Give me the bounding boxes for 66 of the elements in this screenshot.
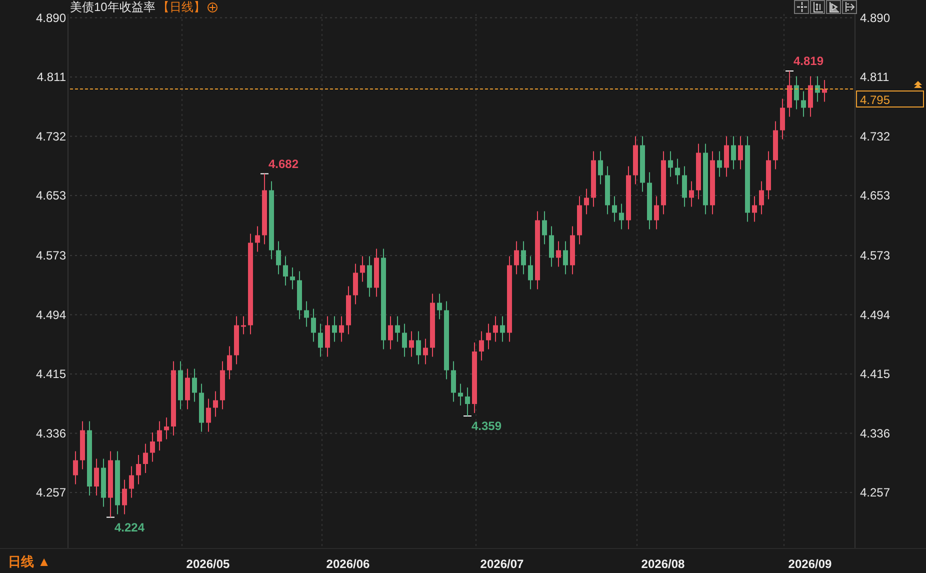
candlestick (241, 316, 246, 334)
price-label: 4.732 (860, 129, 890, 144)
price-label: 4.890 (36, 10, 66, 25)
candlestick (395, 316, 400, 342)
candlestick (150, 432, 155, 462)
plus-circle-icon[interactable] (207, 2, 218, 12)
candlestick (465, 388, 470, 416)
candlestick (500, 316, 505, 342)
price-label: 4.573 (36, 248, 66, 262)
price-label: 4.653 (860, 188, 890, 202)
price-label: 4.573 (860, 248, 890, 262)
candlestick (206, 398, 211, 432)
candlestick (325, 316, 330, 357)
candlestick (801, 91, 806, 117)
date-label: 2026/06 (326, 557, 370, 571)
price-label: 4.336 (860, 426, 890, 440)
candlestick (640, 136, 645, 192)
extreme-value-label: 4.819 (794, 54, 824, 68)
extreme-value-label: 4.224 (114, 520, 145, 534)
candlestick (731, 136, 736, 170)
candlestick (752, 196, 757, 222)
arrow-right-icon (844, 1, 856, 13)
price-label: 4.653 (36, 188, 66, 202)
candlestick (787, 71, 792, 117)
candlestick (262, 174, 267, 244)
price-label: 4.811 (860, 70, 890, 84)
price-label: 4.257 (860, 486, 890, 500)
period-tag: 【日线】 (157, 0, 206, 16)
price-label: 4.257 (36, 486, 66, 500)
price-axis-icon (812, 1, 824, 13)
date-label: 2026/09 (788, 557, 832, 571)
price-label: 4.811 (36, 70, 66, 84)
candlestick (780, 98, 785, 140)
price-label: 4.890 (860, 10, 890, 25)
price-axis-button[interactable] (810, 0, 825, 14)
current-price-tag: 4.795 (856, 90, 924, 108)
price-label: 4.415 (36, 367, 66, 381)
arrow-right-button[interactable] (842, 0, 857, 14)
candlestick (612, 196, 617, 222)
double-caret-icon[interactable] (914, 81, 922, 88)
extreme-value-label: 4.682 (268, 156, 299, 171)
candlestick (367, 256, 372, 297)
candlestick (822, 80, 827, 102)
date-label: 2026/07 (480, 557, 524, 571)
play-axis-icon (828, 1, 840, 13)
candlestick (815, 76, 820, 102)
date-label: 2026/05 (186, 557, 230, 571)
price-label: 4.415 (860, 367, 890, 381)
date-label: 2026/08 (641, 557, 685, 571)
price-label: 4.732 (36, 129, 66, 144)
candlestick (255, 226, 260, 252)
extreme-value-label: 4.359 (472, 419, 502, 433)
chart-title: 美债10年收益率 (70, 0, 156, 16)
crosshair-button[interactable] (794, 0, 809, 14)
period-button[interactable]: 日线 ▲ (0, 549, 68, 573)
price-label: 4.494 (36, 308, 66, 322)
crosshair-icon (796, 1, 808, 13)
candlestick (577, 196, 582, 244)
candlestick (360, 256, 365, 282)
candlestick (633, 136, 638, 184)
candlestick (108, 451, 113, 518)
price-label: 4.336 (36, 426, 66, 440)
ref-line-label: 4.795 (860, 93, 890, 107)
play-axis-button[interactable] (826, 0, 841, 14)
price-label: 4.494 (860, 308, 890, 322)
candlestick (332, 316, 337, 342)
